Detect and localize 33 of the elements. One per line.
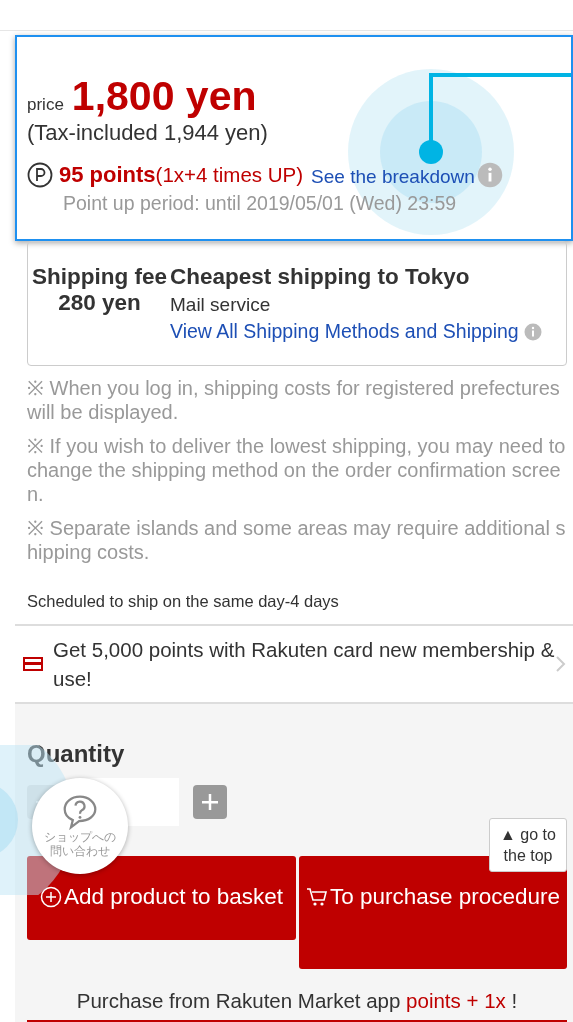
shipping-fee-label: Shipping fee [32, 264, 167, 290]
shipping-title: Cheapest shipping to Tokyo [170, 264, 471, 290]
card-promo-text: Get 5,000 points with Rakuten card new membership & use! [53, 637, 555, 692]
cart-icon [305, 886, 328, 908]
breakdown-link[interactable]: See the breakdown [311, 166, 475, 188]
info-icon[interactable] [523, 322, 542, 341]
quantity-label: Quantity [27, 740, 126, 768]
go-to-top-tooltip[interactable]: ▲ go to the top [489, 818, 567, 872]
points-multiplier: (1x+4 times UP) [155, 163, 304, 186]
app-points-bonus: points + 1x [406, 989, 506, 1012]
plus-circle-icon [40, 886, 63, 908]
card-promo-row[interactable]: Get 5,000 points with Rakuten card new membership & use! [15, 624, 573, 704]
plus-icon [200, 792, 220, 812]
shipping-methods-link[interactable]: View All Shipping Methods and Shipping [170, 320, 519, 343]
shipping-note: ※ Separate islands and some areas may require additional shipping costs. [27, 516, 567, 564]
shipping-note: ※ When you log in, shipping costs for registered prefectures will be displayed. [27, 376, 561, 424]
info-icon[interactable] [476, 162, 503, 188]
exclamation-mark: ! [511, 989, 518, 1012]
chevron-right-icon [555, 655, 567, 673]
points-amount: 95 points [59, 162, 156, 188]
app-promo-text: Purchase from Rakuten Market app [76, 989, 401, 1012]
shipping-note: ※ If you wish to deliver the lowest shipping, you may need to change the shipping method on the order confirmation screen. [27, 434, 567, 506]
shipping-schedule: Scheduled to ship on the same day-4 days [27, 592, 340, 610]
price-label: price [27, 95, 64, 115]
credit-card-icon [23, 657, 43, 671]
shipping-method: Mail service [170, 294, 272, 316]
points-icon [27, 162, 53, 188]
increase-button[interactable] [193, 785, 227, 819]
shipping-fee: 280 yen [58, 290, 141, 316]
point-period: Point up period: until 2019/05/01 (Wed) 23:59 [63, 192, 458, 215]
add-to-basket-button[interactable]: Add product to basket [27, 856, 296, 940]
price: 1,800 yen [71, 73, 257, 120]
tax-included-price: (Tax-included 1,944 yen) [27, 120, 269, 146]
